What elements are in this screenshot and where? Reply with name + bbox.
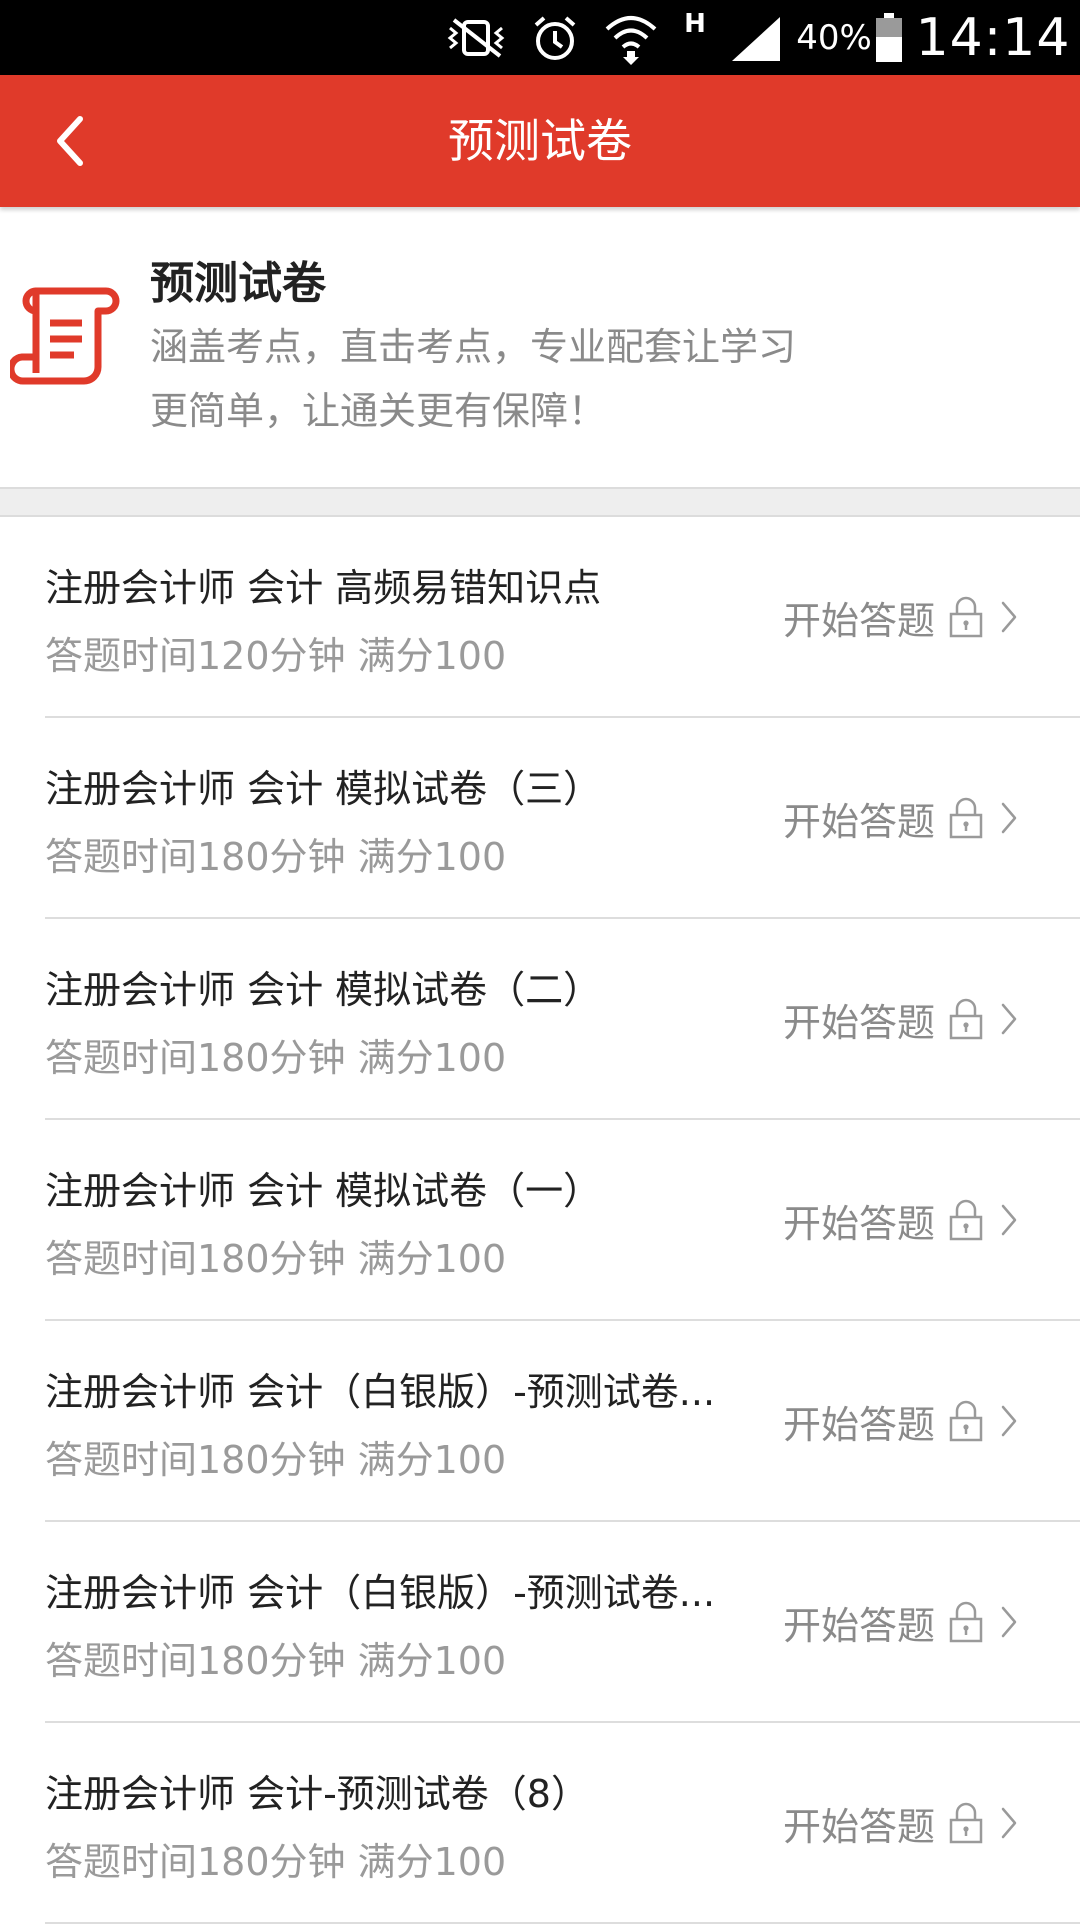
lock-icon — [949, 1199, 983, 1241]
back-button[interactable] — [30, 101, 110, 181]
exam-title: 注册会计师 会计 高频易错知识点 — [45, 566, 602, 610]
exam-list: 注册会计师 会计 高频易错知识点 答题时间120分钟 满分100 开始答题 注册… — [0, 517, 1080, 1924]
start-exam-label: 开始答题 — [783, 1603, 936, 1648]
chevron-right-icon — [1001, 1807, 1017, 1839]
chevron-right-icon — [1001, 601, 1017, 633]
exam-title: 注册会计师 会计 模拟试卷（一） — [45, 1169, 602, 1213]
exam-title: 注册会计师 会计-预测试卷（8） — [45, 1772, 589, 1816]
intro-title: 预测试卷 — [150, 258, 326, 309]
chevron-left-icon — [57, 116, 83, 166]
exam-meta: 答题时间180分钟 满分100 — [45, 1036, 507, 1080]
exam-list-item[interactable]: 注册会计师 会计 高频易错知识点 答题时间120分钟 满分100 开始答题 — [45, 517, 1080, 718]
start-exam-label: 开始答题 — [783, 799, 936, 844]
start-exam-button[interactable]: 开始答题 — [783, 1192, 1019, 1248]
network-type-indicator: H — [684, 8, 706, 39]
title-bar: 预测试卷 — [0, 75, 1080, 207]
start-exam-label: 开始答题 — [783, 598, 936, 643]
exam-meta: 答题时间180分钟 满分100 — [45, 1639, 507, 1683]
lock-icon — [949, 797, 983, 839]
chevron-right-icon — [1001, 1204, 1017, 1236]
signal-icon — [728, 0, 784, 75]
exam-title: 注册会计师 会计 模拟试卷（三） — [45, 767, 602, 811]
chevron-right-icon — [1001, 1405, 1017, 1437]
start-exam-button[interactable]: 开始答题 — [783, 1393, 1019, 1449]
start-exam-button[interactable]: 开始答题 — [783, 589, 1019, 645]
exam-meta: 答题时间180分钟 满分100 — [45, 1237, 507, 1281]
start-exam-label: 开始答题 — [783, 1402, 936, 1447]
start-exam-button[interactable]: 开始答题 — [783, 1594, 1019, 1650]
intro-section: 预测试卷 涵盖考点，直击考点，专业配套让学习更简单，让通关更有保障！ — [0, 207, 1080, 487]
exam-list-item[interactable]: 注册会计师 会计（白银版）-预测试卷... 答题时间180分钟 满分100 开始… — [45, 1522, 1080, 1723]
chevron-right-icon — [1001, 1606, 1017, 1638]
page-title: 预测试卷 — [448, 114, 632, 168]
exam-title: 注册会计师 会计（白银版）-预测试卷... — [45, 1370, 716, 1414]
chevron-right-icon — [1001, 1003, 1017, 1035]
start-exam-label: 开始答题 — [783, 1000, 936, 1045]
exam-list-item[interactable]: 注册会计师 会计-预测试卷（8） 答题时间180分钟 满分100 开始答题 — [45, 1723, 1080, 1924]
vibrate-mute-icon — [444, 0, 510, 75]
start-exam-label: 开始答题 — [783, 1201, 936, 1246]
wifi-icon — [602, 0, 660, 75]
lock-icon — [949, 1400, 983, 1442]
chevron-right-icon — [1001, 802, 1017, 834]
lock-icon — [949, 596, 983, 638]
start-exam-button[interactable]: 开始答题 — [783, 991, 1019, 1047]
battery-icon — [874, 0, 904, 75]
exam-meta: 答题时间120分钟 满分100 — [45, 634, 507, 678]
exam-meta: 答题时间180分钟 满分100 — [45, 1840, 507, 1884]
start-exam-button[interactable]: 开始答题 — [783, 1795, 1019, 1851]
exam-list-item[interactable]: 注册会计师 会计（白银版）-预测试卷... 答题时间180分钟 满分100 开始… — [45, 1321, 1080, 1522]
battery-percent: 40% — [796, 17, 872, 58]
section-divider — [0, 487, 1080, 517]
lock-icon — [949, 1601, 983, 1643]
scroll-document-icon — [10, 287, 120, 385]
alarm-icon — [528, 0, 582, 75]
exam-list-item[interactable]: 注册会计师 会计 模拟试卷（三） 答题时间180分钟 满分100 开始答题 — [45, 718, 1080, 919]
status-clock: 14:14 — [915, 7, 1071, 68]
lock-icon — [949, 998, 983, 1040]
start-exam-button[interactable]: 开始答题 — [783, 790, 1019, 846]
exam-meta: 答题时间180分钟 满分100 — [45, 1438, 507, 1482]
exam-title: 注册会计师 会计 模拟试卷（二） — [45, 968, 602, 1012]
exam-meta: 答题时间180分钟 满分100 — [45, 835, 507, 879]
status-bar: H 40% 14:14 — [0, 0, 1080, 75]
exam-list-item[interactable]: 注册会计师 会计 模拟试卷（二） 答题时间180分钟 满分100 开始答题 — [45, 919, 1080, 1120]
intro-description: 涵盖考点，直击考点，专业配套让学习更简单，让通关更有保障！ — [150, 325, 797, 433]
exam-list-item[interactable]: 注册会计师 会计 模拟试卷（一） 答题时间180分钟 满分100 开始答题 — [45, 1120, 1080, 1321]
start-exam-label: 开始答题 — [783, 1804, 936, 1849]
lock-icon — [949, 1802, 983, 1844]
exam-title: 注册会计师 会计（白银版）-预测试卷... — [45, 1571, 716, 1615]
